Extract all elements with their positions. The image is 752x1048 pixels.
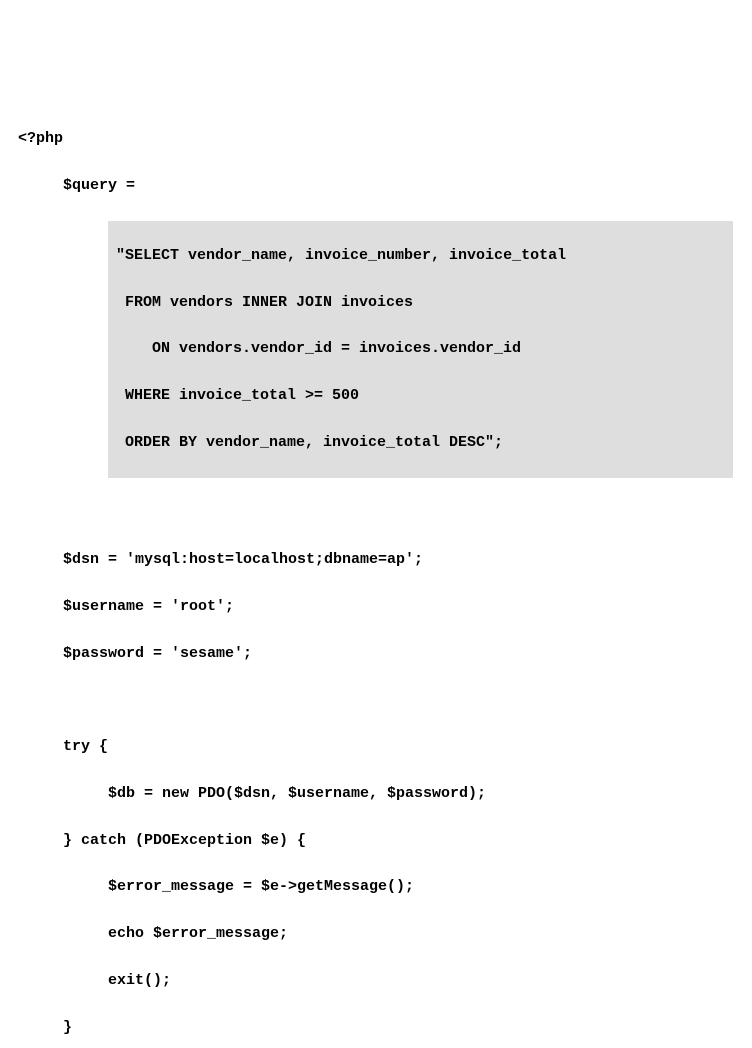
sql-select: "SELECT vendor_name, invoice_number, inv… xyxy=(108,244,723,267)
blank-line xyxy=(18,688,752,711)
exit-call: exit(); xyxy=(18,969,752,992)
echo-error: echo $error_message; xyxy=(18,922,752,945)
password-assignment: $password = 'sesame'; xyxy=(18,642,752,665)
query-assignment: $query = xyxy=(18,174,752,197)
pdo-new: $db = new PDO($dsn, $username, $password… xyxy=(18,782,752,805)
blank-line xyxy=(18,501,752,524)
php-open-tag: <?php xyxy=(18,127,752,150)
sql-orderby: ORDER BY vendor_name, invoice_total DESC… xyxy=(108,431,723,454)
dsn-assignment: $dsn = 'mysql:host=localhost;dbname=ap'; xyxy=(18,548,752,571)
sql-from: FROM vendors INNER JOIN invoices xyxy=(108,291,723,314)
sql-where: WHERE invoice_total >= 500 xyxy=(108,384,723,407)
sql-query-highlight: "SELECT vendor_name, invoice_number, inv… xyxy=(108,221,733,478)
catch-open: } catch (PDOException $e) { xyxy=(18,829,752,852)
error-message-assignment: $error_message = $e->getMessage(); xyxy=(18,875,752,898)
catch-close: } xyxy=(18,1016,752,1039)
try-open: try { xyxy=(18,735,752,758)
username-assignment: $username = 'root'; xyxy=(18,595,752,618)
sql-on: ON vendors.vendor_id = invoices.vendor_i… xyxy=(108,337,723,360)
code-block: <?php $query = "SELECT vendor_name, invo… xyxy=(18,104,752,1048)
